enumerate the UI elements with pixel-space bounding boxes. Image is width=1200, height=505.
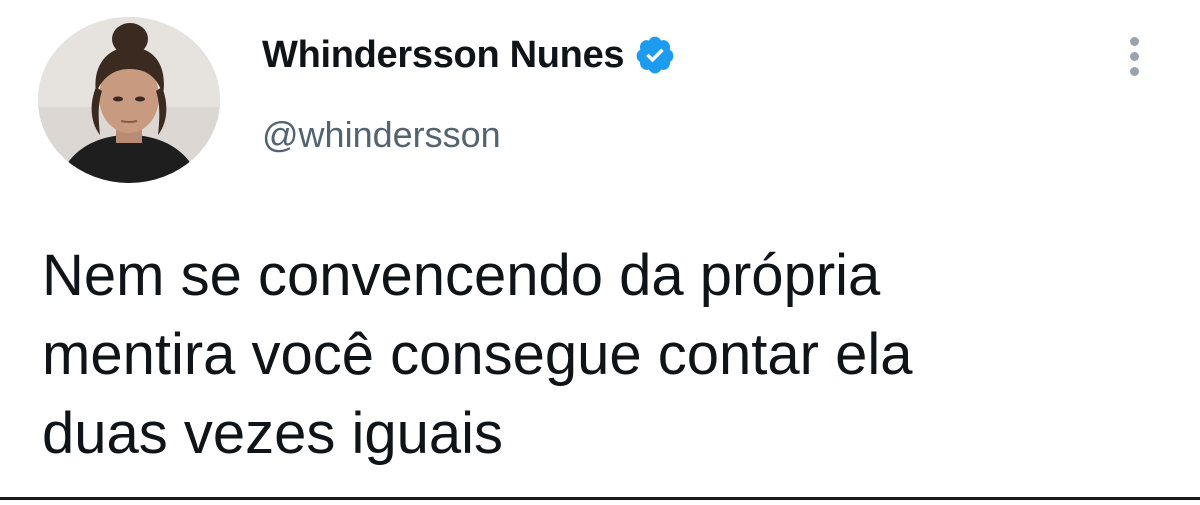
profile-photo-icon [38, 17, 220, 183]
avatar[interactable] [38, 17, 220, 183]
author-name-row: Whindersson Nunes [262, 30, 676, 80]
verified-badge-icon [634, 34, 676, 76]
author-handle[interactable]: @whindersson [262, 114, 501, 156]
tweet-text: Nem se convencendo da própria mentira vo… [42, 243, 913, 466]
divider [0, 497, 1200, 500]
tweet-card: Whindersson Nunes @whindersson Nem se co… [0, 0, 1200, 505]
display-name[interactable]: Whindersson Nunes [262, 34, 625, 77]
vertical-ellipsis-icon [1129, 36, 1139, 46]
vertical-ellipsis-icon-dot [1129, 66, 1139, 76]
more-options-button[interactable] [1114, 30, 1154, 82]
vertical-ellipsis-icon-dot [1129, 51, 1139, 61]
